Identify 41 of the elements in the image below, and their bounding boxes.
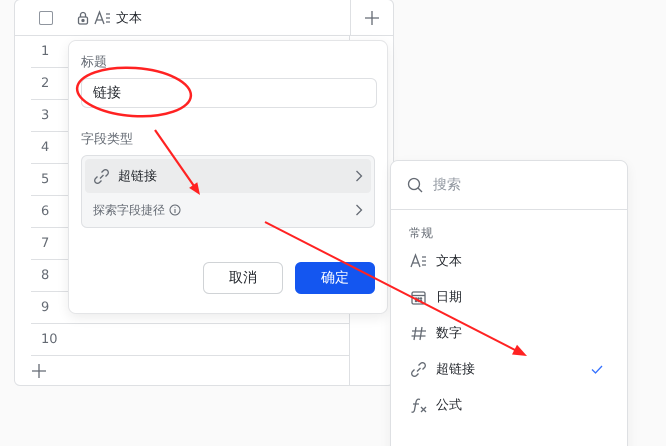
group-heading: 常规 <box>408 225 434 242</box>
field-label: 标题 <box>81 54 107 72</box>
menu-item[interactable]: 数字 <box>436 324 582 342</box>
row-number: 9 <box>41 300 50 315</box>
chevron-right-icon <box>355 204 363 216</box>
search-icon <box>407 177 423 193</box>
checkbox[interactable] <box>39 10 53 24</box>
menu-item[interactable]: 公式 <box>436 396 582 414</box>
type-value: 超链接 <box>118 168 158 185</box>
chevron-right-icon <box>355 170 363 182</box>
text-type-icon <box>410 252 427 270</box>
menu-item[interactable]: 超链接 <box>436 360 582 378</box>
add-row-icon[interactable] <box>32 364 46 378</box>
type-select[interactable]: 超链接 <box>85 159 371 193</box>
search-field[interactable]: 搜索 <box>431 176 585 194</box>
column-header[interactable]: 文本 <box>116 8 142 26</box>
cancel-button[interactable]: 取消 <box>203 262 283 294</box>
row-number: 3 <box>41 108 50 123</box>
row-number: 1 <box>41 44 50 59</box>
link-icon <box>410 360 427 378</box>
text-type-icon <box>94 10 111 26</box>
link-icon <box>93 168 110 184</box>
field-label: 字段类型 <box>81 131 133 149</box>
menu-item[interactable]: 文本 <box>436 252 582 270</box>
row-number: 5 <box>41 172 50 187</box>
row-number: 8 <box>41 268 50 283</box>
add-column-icon[interactable] <box>365 10 379 24</box>
function-icon <box>410 396 427 414</box>
title-input[interactable]: 链接 <box>81 78 377 108</box>
row-number: 7 <box>41 236 50 251</box>
row-number: 4 <box>41 140 50 155</box>
shortcut-row[interactable]: 探索字段捷径 <box>85 193 371 227</box>
shortcut-label: 探索字段捷径 <box>93 202 165 218</box>
confirm-button[interactable]: 确定 <box>295 262 375 294</box>
menu-item[interactable]: 日期 <box>436 288 582 306</box>
row-number: 6 <box>41 204 50 219</box>
row-number: 10 <box>41 332 58 347</box>
calendar-icon <box>410 288 427 306</box>
hash-icon <box>410 324 427 342</box>
row-number: 2 <box>41 76 50 91</box>
info-icon <box>169 204 181 216</box>
